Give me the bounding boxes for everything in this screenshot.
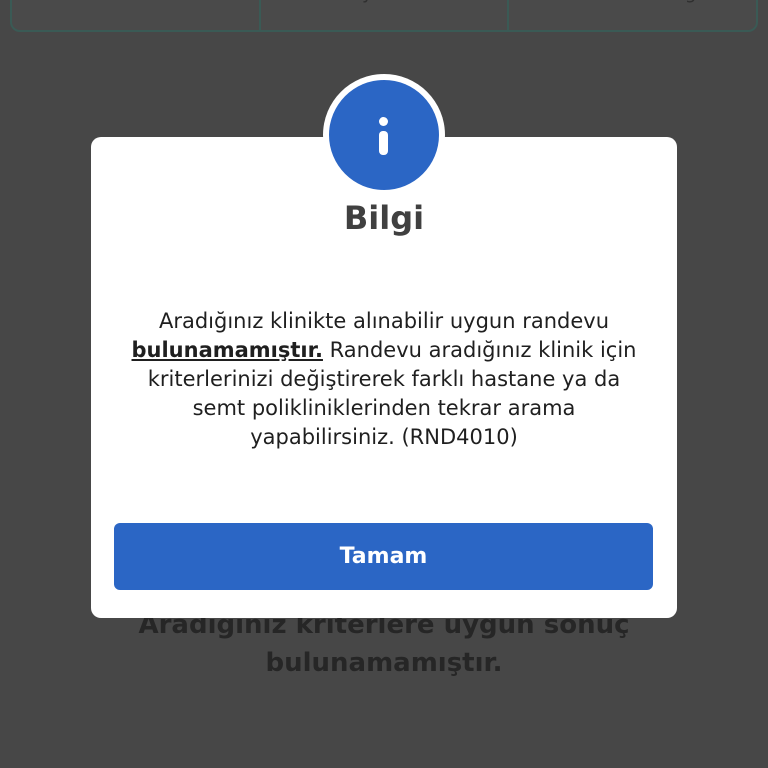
background-tab-district-clinic: Semt Polikliniği	[509, 0, 756, 30]
dialog-message-emphasis: bulunamamıştır.	[131, 338, 323, 362]
info-icon-dot	[379, 117, 388, 126]
dialog-message: Aradığınız klinikte alınabilir uygun ran…	[121, 307, 647, 452]
dialog-title: Bilgi	[343, 199, 425, 237]
info-dialog: Bilgi Aradığınız klinikte alınabilir uyg…	[91, 137, 677, 618]
background-tab-bar: Hastane Muayene Yeri Semt Polikliniği	[10, 0, 758, 32]
dialog-message-text-1: Aradığınız klinikte alınabilir uygun ran…	[158, 309, 610, 333]
background-tab-hospital: Hastane	[12, 0, 261, 30]
info-icon	[329, 80, 439, 190]
background-tab-exam-place: Muayene Yeri	[261, 0, 510, 30]
info-icon-stem	[379, 131, 388, 155]
background-empty-line-2: bulunamamıştır.	[265, 648, 503, 678]
ok-button[interactable]: Tamam	[114, 523, 653, 590]
